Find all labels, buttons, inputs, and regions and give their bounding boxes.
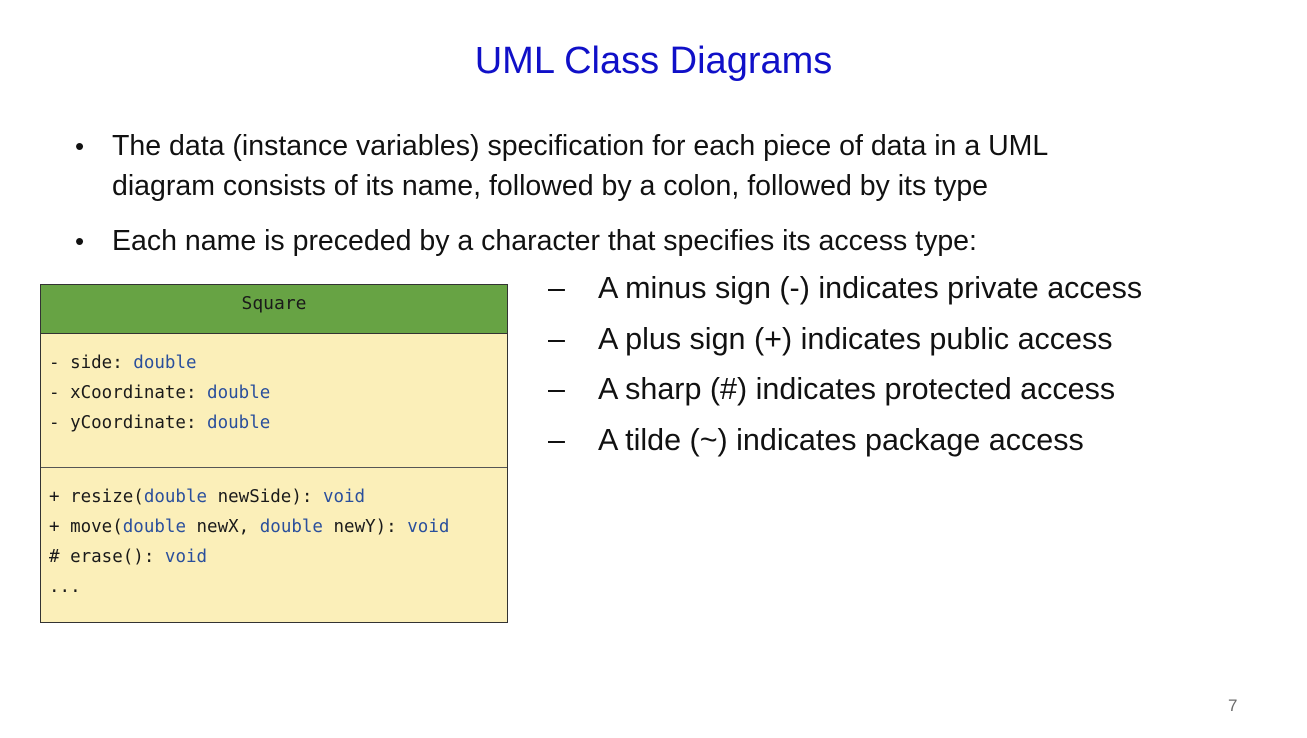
uml-attribute-name: - xCoordinate: bbox=[49, 383, 208, 403]
access-type-text: A minus sign (-) indicates private acces… bbox=[598, 271, 1143, 305]
uml-class-box: Square - side: double - xCoordinate: dou… bbox=[40, 284, 508, 623]
uml-method-text: newX, bbox=[185, 517, 260, 537]
uml-method-text: # erase(): bbox=[49, 547, 165, 567]
access-type-text: A sharp (#) indicates protected access bbox=[598, 372, 1116, 406]
uml-method-text: + resize( bbox=[49, 487, 144, 507]
bullet-dot-icon: • bbox=[75, 131, 85, 161]
page-number: 7 bbox=[1228, 696, 1238, 715]
uml-methods-section: + resize(double newSide): void + move(do… bbox=[41, 468, 507, 602]
bullet-text-line: diagram consists of its name, followed b… bbox=[112, 170, 989, 202]
uml-method: + resize(double newSide): void bbox=[49, 482, 507, 512]
dash-icon: – bbox=[548, 271, 565, 305]
access-type-item: – A minus sign (-) indicates private acc… bbox=[548, 266, 1288, 310]
access-type-text: A tilde (~) indicates package access bbox=[598, 422, 1084, 457]
uml-type: double bbox=[133, 353, 197, 373]
uml-type: double bbox=[207, 413, 271, 433]
page-title: UML Class Diagrams bbox=[474, 40, 833, 82]
uml-method-text: newSide): bbox=[207, 487, 323, 507]
dash-icon: – bbox=[548, 372, 565, 406]
uml-type: double bbox=[259, 517, 323, 537]
uml-type: double bbox=[122, 517, 186, 537]
access-type-item: – A plus sign (+) indicates public acces… bbox=[548, 317, 1288, 361]
uml-type: double bbox=[207, 383, 271, 403]
bullet-text-line: The data (instance variables) specificat… bbox=[112, 130, 1049, 162]
uml-method-text: newY): bbox=[322, 517, 408, 537]
access-type-item: – A tilde (~) indicates package access bbox=[548, 418, 1288, 462]
uml-attribute: - xCoordinate: double bbox=[49, 378, 507, 408]
uml-class-name: Square bbox=[41, 285, 507, 334]
uml-attribute: - side: double bbox=[49, 348, 507, 378]
access-type-text: A plus sign (+) indicates public access bbox=[598, 321, 1113, 356]
uml-method: + move(double newX, double newY): void bbox=[49, 512, 507, 542]
uml-attribute-name: - side: bbox=[49, 353, 134, 373]
bullet-item: • The data (instance variables) specific… bbox=[72, 126, 1232, 206]
dash-icon: – bbox=[548, 321, 565, 356]
uml-type: void bbox=[164, 547, 208, 567]
uml-type: double bbox=[143, 487, 208, 507]
access-type-item: – A sharp (#) indicates protected access bbox=[548, 367, 1288, 411]
uml-type: void bbox=[407, 517, 450, 537]
bullet-dot-icon: • bbox=[75, 226, 85, 256]
bullet-text-line: Each name is preceded by a character tha… bbox=[112, 225, 977, 257]
uml-attribute: - yCoordinate: double bbox=[49, 408, 507, 438]
bullet-item: • Each name is preceded by a character t… bbox=[72, 221, 1232, 261]
uml-method-text: + move( bbox=[49, 517, 123, 537]
uml-attributes-section: - side: double - xCoordinate: double - y… bbox=[41, 334, 507, 468]
uml-ellipsis: ... bbox=[49, 577, 81, 597]
uml-attribute-name: - yCoordinate: bbox=[49, 413, 208, 433]
uml-type: void bbox=[322, 487, 366, 507]
access-type-list: – A minus sign (-) indicates private acc… bbox=[548, 266, 1288, 468]
dash-icon: – bbox=[548, 422, 565, 457]
bullet-list: • The data (instance variables) specific… bbox=[72, 126, 1232, 276]
uml-method: # erase(): void bbox=[49, 542, 507, 572]
